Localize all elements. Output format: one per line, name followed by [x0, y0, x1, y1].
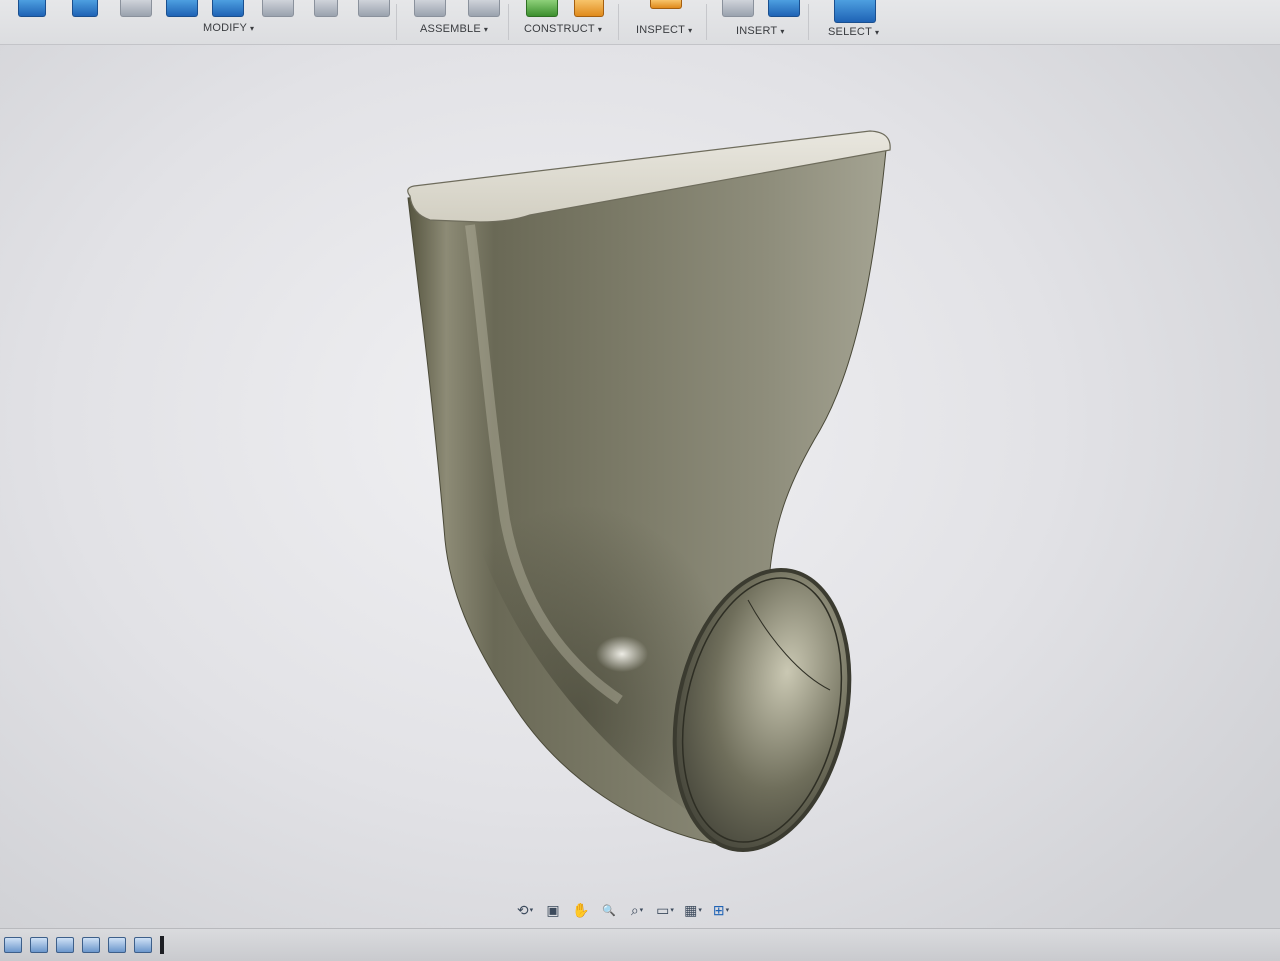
- chevron-down-icon: ▾: [725, 907, 730, 914]
- navigation-bar: ⟲ ▾ ▣ ✋ 🔍 ⌕ ▾ ▭ ▾ ▦ ▾ ⊞ ▾: [508, 898, 758, 922]
- fillet-icon[interactable]: [166, 0, 198, 17]
- chevron-down-icon: ▾: [249, 24, 255, 33]
- toolbar-divider: [508, 4, 509, 40]
- toolbar-divider: [808, 4, 809, 40]
- timeline-item-loft[interactable]: [82, 937, 100, 953]
- grid-settings-button[interactable]: ▦ ▾: [682, 901, 704, 919]
- look-at-button[interactable]: ▣: [542, 901, 564, 919]
- chevron-down-icon: ▾: [529, 907, 534, 914]
- menu-construct-label: CONSTRUCT: [524, 23, 595, 35]
- menu-select-label: SELECT: [828, 26, 872, 38]
- timeline-marker[interactable]: [160, 936, 164, 954]
- chevron-down-icon: ▾: [780, 27, 785, 36]
- timeline: [0, 928, 1280, 961]
- zoom-icon: 🔍: [602, 904, 616, 917]
- offset-plane-icon[interactable]: [526, 0, 558, 17]
- chevron-down-icon: ▾: [597, 25, 603, 34]
- chevron-down-icon: ▾: [698, 907, 702, 914]
- display-settings-button[interactable]: ▭ ▾: [654, 901, 676, 919]
- model-body[interactable]: [0, 45, 1280, 925]
- press-pull-icon[interactable]: [120, 0, 152, 17]
- toolbar-divider: [706, 4, 707, 40]
- chevron-down-icon: ▾: [688, 26, 693, 35]
- chamfer-icon[interactable]: [212, 0, 244, 17]
- shell-icon[interactable]: [262, 0, 294, 17]
- viewports-icon: ⊞: [712, 901, 725, 918]
- chevron-down-icon: ▾: [483, 25, 489, 34]
- timeline-item-extrude[interactable]: [30, 937, 48, 953]
- toolbar-divider: [618, 4, 619, 40]
- chevron-down-icon: ▾: [875, 28, 880, 37]
- create-sketch-icon[interactable]: [18, 0, 46, 17]
- insert-canvas-icon[interactable]: [768, 0, 800, 17]
- canvas-viewport[interactable]: [0, 45, 1280, 925]
- duct-highlight: [596, 636, 648, 672]
- menu-inspect-label: INSPECT: [636, 24, 686, 36]
- new-component-icon[interactable]: [414, 0, 446, 17]
- menu-construct[interactable]: CONSTRUCT ▾: [524, 23, 602, 35]
- menu-assemble-label: ASSEMBLE: [420, 23, 481, 35]
- timeline-item-body[interactable]: [56, 937, 74, 953]
- display-settings-icon: ▭: [656, 901, 670, 918]
- joint-icon[interactable]: [468, 0, 500, 17]
- menu-modify-label: MODIFY: [203, 22, 247, 34]
- orbit-button[interactable]: ⟲ ▾: [514, 901, 536, 919]
- pan-button[interactable]: ✋: [570, 901, 592, 919]
- grid-settings-icon: ▦: [684, 901, 698, 918]
- toolbar: MODIFY ▾ ASSEMBLE ▾ CONSTRUCT ▾ INSPECT ▾ IN…: [0, 0, 1280, 45]
- measure-icon[interactable]: [650, 0, 682, 9]
- insert-derive-icon[interactable]: [722, 0, 754, 17]
- zoom-button[interactable]: 🔍: [598, 901, 620, 919]
- fit-button[interactable]: ⌕ ▾: [626, 901, 648, 919]
- look-at-icon: ▣: [546, 901, 560, 918]
- menu-modify[interactable]: MODIFY ▾: [203, 22, 254, 34]
- fit-icon: ⌕: [630, 901, 639, 918]
- plane-at-angle-icon[interactable]: [574, 0, 604, 17]
- orbit-icon: ⟲: [516, 901, 529, 918]
- menu-insert-label: INSERT: [736, 25, 778, 37]
- timeline-item-sweep[interactable]: [108, 937, 126, 953]
- chevron-down-icon: ▾: [670, 907, 674, 914]
- menu-assemble[interactable]: ASSEMBLE ▾: [420, 23, 488, 35]
- toolbar-divider: [396, 4, 397, 40]
- align-icon[interactable]: [358, 0, 390, 17]
- menu-inspect[interactable]: INSPECT ▾: [636, 24, 692, 36]
- chevron-down-icon: ▾: [639, 907, 644, 914]
- extrude-icon[interactable]: [72, 0, 98, 17]
- menu-select[interactable]: SELECT ▾: [828, 26, 879, 38]
- viewports-button[interactable]: ⊞ ▾: [710, 901, 732, 919]
- move-icon[interactable]: [314, 0, 338, 17]
- timeline-item-shell[interactable]: [134, 937, 152, 953]
- select-icon[interactable]: [834, 0, 876, 23]
- pan-icon: ✋: [572, 901, 590, 918]
- timeline-item-sketch[interactable]: [4, 937, 22, 953]
- menu-insert[interactable]: INSERT ▾: [736, 25, 785, 37]
